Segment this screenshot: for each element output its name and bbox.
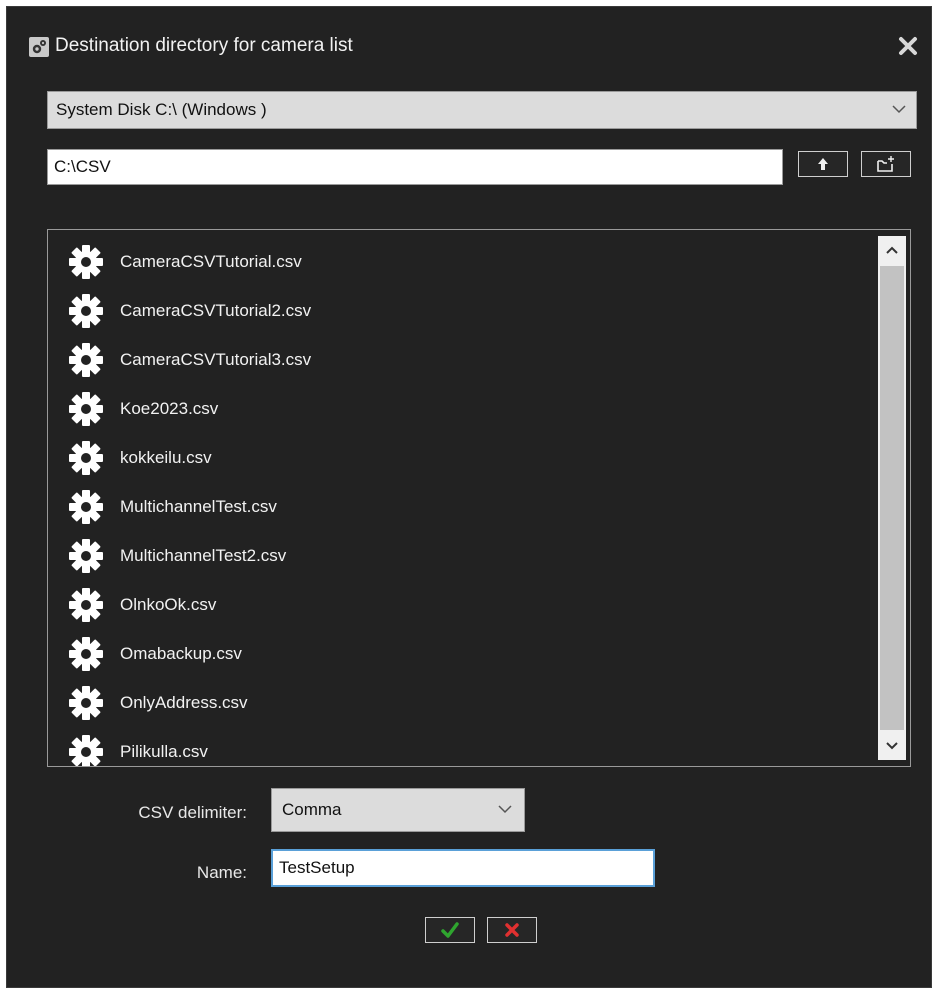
chevron-down-icon bbox=[498, 805, 512, 814]
gear-icon bbox=[66, 438, 106, 478]
file-name: OlnkoOk.csv bbox=[120, 595, 217, 614]
file-name: CameraCSVTutorial3.csv bbox=[120, 350, 312, 369]
file-list-item[interactable]: CameraCSVTutorial.csv bbox=[66, 242, 302, 282]
file-name: Omabackup.csv bbox=[120, 644, 242, 663]
file-list-item[interactable]: kokkeilu.csv bbox=[66, 438, 212, 478]
destination-dialog: Destination directory for camera list Sy… bbox=[6, 6, 932, 988]
arrow-up-icon bbox=[818, 158, 828, 170]
gear-icon bbox=[66, 585, 106, 625]
scroll-track[interactable] bbox=[878, 266, 906, 730]
settings-gear-icon bbox=[29, 37, 49, 57]
new-folder-icon bbox=[877, 156, 894, 172]
file-name: CameraCSVTutorial.csv bbox=[120, 252, 302, 271]
file-list-item[interactable]: MultichannelTest.csv bbox=[66, 487, 277, 527]
ok-button[interactable] bbox=[425, 917, 475, 943]
gear-icon bbox=[66, 340, 106, 380]
file-list-item[interactable]: MultichannelTest2.csv bbox=[66, 536, 286, 576]
file-list-item[interactable]: Koe2023.csv bbox=[66, 389, 218, 429]
checkmark-icon bbox=[441, 922, 459, 938]
name-input[interactable] bbox=[271, 849, 655, 887]
chevron-down-icon bbox=[892, 105, 906, 114]
csv-delimiter-select[interactable]: Comma bbox=[271, 788, 525, 832]
file-list-item[interactable]: OnlyAddress.csv bbox=[66, 683, 248, 723]
gear-icon bbox=[66, 242, 106, 282]
new-folder-button[interactable] bbox=[861, 151, 911, 177]
file-list[interactable]: CameraCSVTutorial.csv CameraCSVTutorial2… bbox=[47, 229, 911, 767]
path-input[interactable] bbox=[47, 149, 783, 185]
file-name: Koe2023.csv bbox=[120, 399, 219, 418]
scroll-down-button[interactable] bbox=[878, 730, 906, 760]
close-icon bbox=[899, 37, 917, 55]
gear-icon bbox=[66, 732, 106, 766]
file-name: kokkeilu.csv bbox=[120, 448, 212, 467]
file-list-item[interactable]: Pilikulla.csv bbox=[66, 732, 208, 766]
gear-icon bbox=[66, 389, 106, 429]
gear-icon bbox=[66, 291, 106, 331]
file-list-item[interactable]: OlnkoOk.csv bbox=[66, 585, 216, 625]
close-button[interactable] bbox=[895, 33, 921, 59]
file-name: OnlyAddress.csv bbox=[120, 693, 248, 712]
file-list-item[interactable]: CameraCSVTutorial3.csv bbox=[66, 340, 311, 380]
file-list-item[interactable]: Omabackup.csv bbox=[66, 634, 242, 674]
csv-delimiter-value: Comma bbox=[282, 800, 342, 819]
gear-icon bbox=[66, 683, 106, 723]
scrollbar[interactable] bbox=[878, 236, 906, 760]
gear-icon bbox=[66, 536, 106, 576]
up-directory-button[interactable] bbox=[798, 151, 848, 177]
title-bar: Destination directory for camera list bbox=[7, 7, 931, 77]
file-name: MultichannelTest2.csv bbox=[120, 546, 287, 565]
file-name: Pilikulla.csv bbox=[120, 742, 208, 761]
scroll-thumb[interactable] bbox=[880, 266, 904, 730]
chevron-up-icon bbox=[886, 246, 898, 254]
name-label: Name: bbox=[196, 863, 247, 882]
file-name: CameraCSVTutorial2.csv bbox=[120, 301, 312, 320]
file-name: MultichannelTest.csv bbox=[120, 497, 277, 516]
scroll-up-button[interactable] bbox=[878, 236, 906, 266]
chevron-down-icon bbox=[886, 742, 898, 750]
cancel-button[interactable] bbox=[487, 917, 537, 943]
x-icon bbox=[505, 923, 519, 937]
gear-icon bbox=[66, 634, 106, 674]
dialog-title: Destination directory for camera list bbox=[55, 35, 353, 56]
drive-select-value: System Disk C:\ (Windows ) bbox=[56, 100, 267, 119]
csv-delimiter-label: CSV delimiter: bbox=[138, 803, 247, 822]
gear-icon bbox=[66, 487, 106, 527]
file-list-item[interactable]: CameraCSVTutorial2.csv bbox=[66, 291, 311, 331]
drive-select[interactable]: System Disk C:\ (Windows ) bbox=[47, 91, 917, 129]
